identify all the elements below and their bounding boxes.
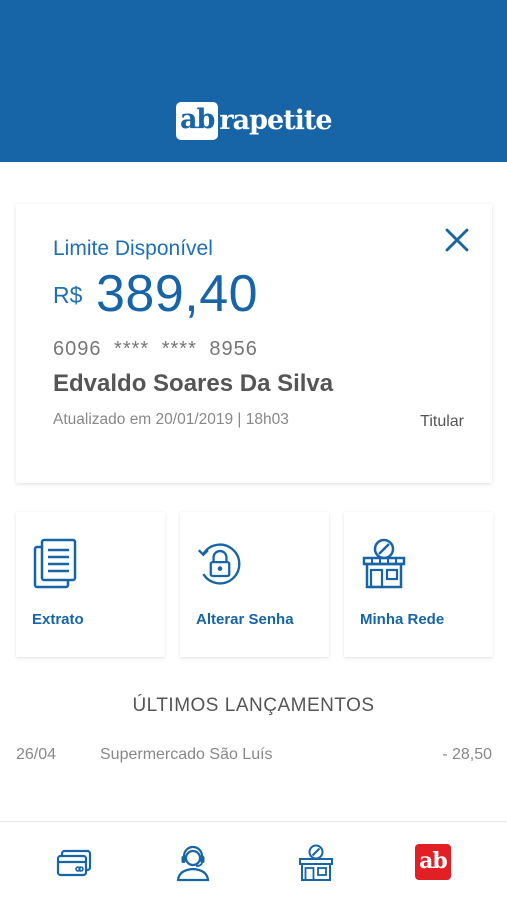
app-header: ab rapetite [0,0,507,162]
support-agent-icon[interactable] [174,844,212,882]
recent-transactions-title: ÚLTIMOS LANÇAMENTOS [132,695,375,716]
updated-timestamp: Atualizado em 20/01/2019 | 18h03 [53,411,289,428]
minha-rede-button[interactable]: Minha Rede [344,512,493,657]
holder-role: Titular [420,413,464,430]
transaction-description: Supermercado São Luís [100,746,273,763]
ab-logo-icon[interactable]: ab [415,844,451,880]
extrato-button[interactable]: Extrato [16,512,165,657]
quick-actions: Extrato Alterar Senha Minha Rede [16,512,495,657]
transaction-row[interactable]: 26/04 Supermercado São Luís - 28,50 [0,743,507,767]
action-label-minha-rede: Minha Rede [360,611,445,628]
available-amount: 389,40 [96,265,259,323]
action-label-extrato: Extrato [32,611,84,628]
balance-card: Limite Disponível R$ 389,40 6096 **** **… [16,204,492,483]
transaction-date: 26/04 [16,746,57,763]
card-holder-name: Edvaldo Soares Da Silva [53,370,334,397]
store-icon[interactable] [297,844,335,882]
store-icon [362,538,406,589]
logo-text: rapetite [219,105,332,136]
transaction-value: - 28,50 [442,746,492,763]
alterar-senha-button[interactable]: Alterar Senha [180,512,329,657]
close-icon[interactable] [443,226,471,254]
cards-icon[interactable] [55,844,93,882]
action-label-alterar-senha: Alterar Senha [196,611,294,628]
limit-label: Limite Disponível [53,237,213,260]
logo-mark: ab [176,102,219,140]
brand-logo: ab rapetite [176,101,333,141]
card-number: 6096 **** **** 8956 [53,338,258,360]
document-icon [33,538,77,589]
bottom-navigation: ab [0,821,507,900]
lock-icon [197,543,241,585]
currency-symbol: R$ [53,282,83,308]
